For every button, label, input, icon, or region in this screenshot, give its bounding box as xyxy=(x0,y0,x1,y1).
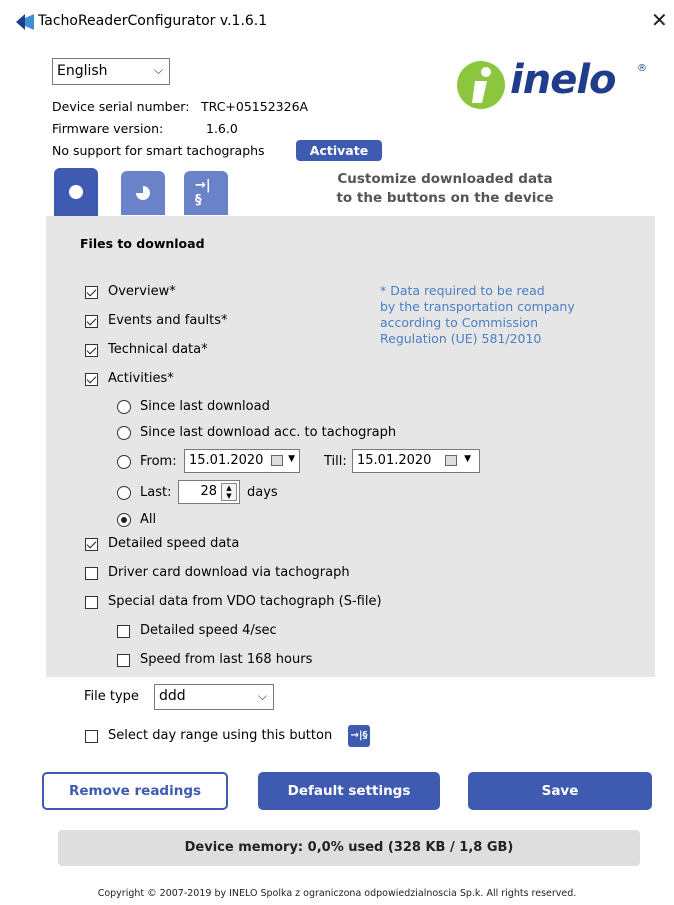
till-label: Till: xyxy=(324,454,347,469)
last-days-value: 28 xyxy=(200,484,217,499)
stepper-down-icon[interactable]: ▼ xyxy=(222,492,236,500)
arrow-paragraph-icon: →|§ xyxy=(195,178,211,208)
driver-card-checkbox[interactable] xyxy=(85,567,98,580)
chevron-down-icon: ⌵ xyxy=(153,63,163,77)
language-select[interactable]: English ⌵ xyxy=(52,58,170,85)
last-radio[interactable] xyxy=(117,486,131,500)
customize-text: Customize downloaded data to the buttons… xyxy=(300,170,590,208)
technical-label: Technical data* xyxy=(108,342,208,357)
device-memory-status: Device memory: 0,0% used (328 KB / 1,8 G… xyxy=(58,830,640,866)
calendar-icon xyxy=(271,455,283,466)
since-last-label: Since last download xyxy=(140,399,270,414)
smart-tacho-note: No support for smart tachographs xyxy=(52,143,265,158)
speed-4sec-label: Detailed speed 4/sec xyxy=(140,623,277,638)
speed-4sec-checkbox[interactable] xyxy=(117,625,130,638)
days-label: days xyxy=(247,485,278,500)
last-days-stepper[interactable]: 28 ▲ ▼ xyxy=(178,480,240,504)
remove-readings-button[interactable]: Remove readings xyxy=(42,772,228,810)
close-icon[interactable]: ✕ xyxy=(651,8,668,32)
detailed-speed-label: Detailed speed data xyxy=(108,536,240,551)
speed-168-checkbox[interactable] xyxy=(117,654,130,667)
arrow-paragraph-icon: →|§ xyxy=(348,725,370,747)
overview-checkbox[interactable] xyxy=(85,286,98,299)
serial-label: Device serial number: xyxy=(52,99,190,114)
logo-i-icon xyxy=(457,61,505,109)
since-last-tacho-radio[interactable] xyxy=(117,426,131,440)
day-range-checkbox[interactable] xyxy=(85,730,98,743)
dropdown-arrow-icon: ▼ xyxy=(288,454,295,464)
required-data-note: * Data required to be read by the transp… xyxy=(380,283,620,347)
from-radio[interactable] xyxy=(117,455,131,469)
from-label: From: xyxy=(140,454,177,469)
stepper-up-icon[interactable]: ▲ xyxy=(222,484,236,492)
special-data-label: Special data from VDO tachograph (S-file… xyxy=(108,594,382,609)
note-line-4: Regulation (UE) 581/2010 xyxy=(380,331,542,346)
tab-circle[interactable] xyxy=(54,168,98,216)
from-date-value: 15.01.2020 xyxy=(189,453,264,468)
from-date-picker[interactable]: 15.01.2020 ▼ xyxy=(184,449,300,473)
default-settings-button[interactable]: Default settings xyxy=(258,772,440,810)
app-logo-icon xyxy=(16,14,34,30)
customize-line-2: to the buttons on the device xyxy=(336,190,554,206)
file-type-label: File type xyxy=(84,689,139,704)
window-title: TachoReaderConfigurator v.1.6.1 xyxy=(38,13,268,29)
firmware-value: 1.6.0 xyxy=(206,121,238,136)
file-type-value: ddd xyxy=(159,688,186,704)
driver-card-label: Driver card download via tachograph xyxy=(108,565,350,580)
overview-label: Overview* xyxy=(108,284,176,299)
file-type-select[interactable]: ddd ⌵ xyxy=(154,684,274,710)
tab-day-range[interactable]: →|§ xyxy=(184,171,228,215)
inelo-logo: inelo ® xyxy=(455,57,647,113)
technical-checkbox[interactable] xyxy=(85,344,98,357)
customize-line-1: Customize downloaded data xyxy=(337,171,553,187)
all-label: All xyxy=(140,512,157,527)
pie-icon xyxy=(136,186,150,200)
since-last-radio[interactable] xyxy=(117,400,131,414)
logo-registered-mark: ® xyxy=(637,63,647,74)
speed-168-label: Speed from last 168 hours xyxy=(140,652,313,667)
dropdown-arrow-icon: ▼ xyxy=(464,454,471,464)
activities-label: Activities* xyxy=(108,371,174,386)
events-checkbox[interactable] xyxy=(85,315,98,328)
calendar-icon xyxy=(445,455,457,466)
stepper-buttons[interactable]: ▲ ▼ xyxy=(221,483,237,501)
firmware-label: Firmware version: xyxy=(52,121,164,136)
circle-icon xyxy=(69,185,83,199)
last-label: Last: xyxy=(140,485,172,500)
detailed-speed-checkbox[interactable] xyxy=(85,538,98,551)
day-range-label: Select day range using this button xyxy=(108,728,333,743)
till-date-picker[interactable]: 15.01.2020 ▼ xyxy=(352,449,480,473)
copyright-text: Copyright © 2007-2019 by INELO Spolka z … xyxy=(97,888,577,899)
since-last-tacho-label: Since last download acc. to tachograph xyxy=(140,425,397,440)
all-radio[interactable] xyxy=(117,513,131,527)
events-label: Events and faults* xyxy=(108,313,228,328)
tab-pie[interactable] xyxy=(121,171,165,215)
note-line-2: by the transportation company xyxy=(380,299,575,314)
note-line-1: * Data required to be read xyxy=(380,283,545,298)
serial-value: TRC+05152326A xyxy=(201,99,309,114)
note-line-3: according to Commission xyxy=(380,315,539,330)
files-title: Files to download xyxy=(80,236,205,251)
save-button[interactable]: Save xyxy=(468,772,652,810)
language-select-value: English xyxy=(57,63,108,79)
activate-button[interactable]: Activate xyxy=(296,140,382,161)
special-data-checkbox[interactable] xyxy=(85,596,98,609)
activities-checkbox[interactable] xyxy=(85,373,98,386)
till-date-value: 15.01.2020 xyxy=(357,453,432,468)
chevron-down-icon: ⌵ xyxy=(257,689,267,703)
logo-wordmark: inelo xyxy=(510,57,617,103)
